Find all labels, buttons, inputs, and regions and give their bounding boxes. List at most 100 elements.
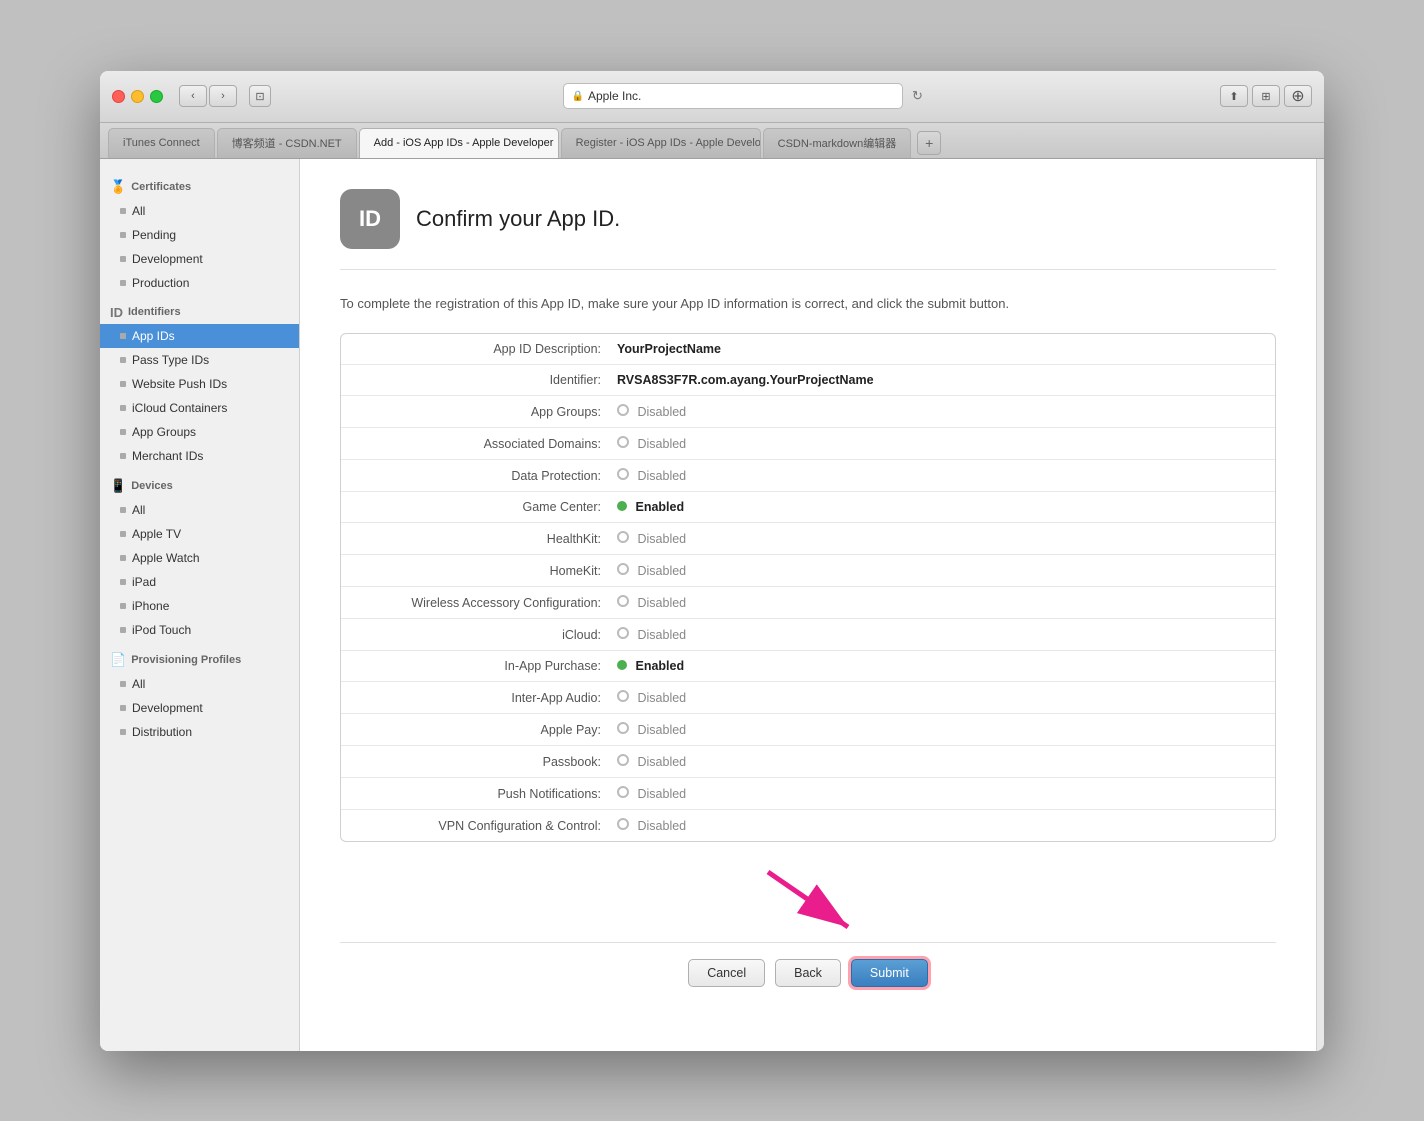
info-row-identifier: Identifier: RVSA8S3F7R.com.ayang.YourPro… xyxy=(341,365,1275,396)
add-tab-button[interactable]: ⊞ xyxy=(1252,85,1280,107)
provisioning-icon: 📄 xyxy=(110,652,126,668)
app-id-icon: ID xyxy=(340,189,400,249)
content-pane: ID Confirm your App ID. To complete the … xyxy=(300,159,1316,1051)
info-row-healthkit: HealthKit: Disabled xyxy=(341,523,1275,555)
traffic-lights xyxy=(112,90,163,103)
info-row-passbook: Passbook: Disabled xyxy=(341,746,1275,778)
close-button[interactable] xyxy=(112,90,125,103)
value-game-center: Enabled xyxy=(617,500,684,514)
sidebar-item-provisioning-all[interactable]: All xyxy=(100,672,299,696)
sidebar-item-apple-tv[interactable]: Apple TV xyxy=(100,522,299,546)
sidebar-item-app-ids[interactable]: App IDs xyxy=(100,324,299,348)
disabled-dot xyxy=(617,436,629,448)
label-vpn: VPN Configuration & Control: xyxy=(357,819,617,833)
tab-register-ios-app-ids[interactable]: Register - iOS App IDs - Apple Developer xyxy=(561,128,761,158)
dot-icon xyxy=(120,681,126,687)
info-row-in-app-purchase: In-App Purchase: Enabled xyxy=(341,651,1275,682)
info-row-apple-pay: Apple Pay: Disabled xyxy=(341,714,1275,746)
address-bar[interactable]: 🔒 Apple Inc. xyxy=(563,83,903,109)
page-description: To complete the registration of this App… xyxy=(340,294,1276,314)
sidebar-section-identifiers: ID Identifiers xyxy=(100,295,299,324)
back-nav-button[interactable]: ‹ xyxy=(179,85,207,107)
sidebar-item-website-push-ids[interactable]: Website Push IDs xyxy=(100,372,299,396)
value-app-groups: Disabled xyxy=(617,404,686,419)
dot-icon xyxy=(120,627,126,633)
dot-icon xyxy=(120,603,126,609)
label-wireless: Wireless Accessory Configuration: xyxy=(357,596,617,610)
sidebar-item-iphone[interactable]: iPhone xyxy=(100,594,299,618)
scrollbar[interactable] xyxy=(1316,159,1324,1051)
new-tab-button[interactable]: + xyxy=(917,131,941,155)
label-associated-domains: Associated Domains: xyxy=(357,437,617,451)
sidebar-item-certs-development[interactable]: Development xyxy=(100,247,299,271)
value-passbook: Disabled xyxy=(617,754,686,769)
sidebar-item-apple-watch[interactable]: Apple Watch xyxy=(100,546,299,570)
sidebar-item-merchant-ids[interactable]: Merchant IDs xyxy=(100,444,299,468)
more-button[interactable]: ⊕ xyxy=(1284,85,1312,107)
share-button[interactable]: ⬆ xyxy=(1220,85,1248,107)
sidebar-item-certs-production[interactable]: Production xyxy=(100,271,299,295)
disabled-dot xyxy=(617,627,629,639)
sidebar-item-ipod-touch[interactable]: iPod Touch xyxy=(100,618,299,642)
certificate-icon: 🏅 xyxy=(110,179,126,195)
arrow-svg xyxy=(708,862,908,942)
disabled-dot xyxy=(617,722,629,734)
value-vpn: Disabled xyxy=(617,818,686,833)
enabled-dot xyxy=(617,501,627,511)
value-associated-domains: Disabled xyxy=(617,436,686,451)
dot-icon xyxy=(120,579,126,585)
label-app-groups: App Groups: xyxy=(357,405,617,419)
tab-csdn-markdown[interactable]: CSDN-markdown编辑器 xyxy=(763,128,912,158)
forward-nav-button[interactable]: › xyxy=(209,85,237,107)
info-row-push-notifications: Push Notifications: Disabled xyxy=(341,778,1275,810)
info-row-inter-app-audio: Inter-App Audio: Disabled xyxy=(341,682,1275,714)
dot-icon xyxy=(120,280,126,286)
tab-csdn-blog[interactable]: 博客频道 - CSDN.NET xyxy=(217,128,357,158)
info-row-game-center: Game Center: Enabled xyxy=(341,492,1275,523)
dot-icon xyxy=(120,232,126,238)
sidebar-item-provisioning-distribution[interactable]: Distribution xyxy=(100,720,299,744)
label-icloud: iCloud: xyxy=(357,628,617,642)
dot-icon xyxy=(120,531,126,537)
disabled-dot xyxy=(617,786,629,798)
tab-add-ios-app-ids[interactable]: Add - iOS App IDs - Apple Developer xyxy=(359,128,559,158)
sidebar-item-app-groups[interactable]: App Groups xyxy=(100,420,299,444)
page-header: ID Confirm your App ID. xyxy=(340,189,1276,270)
value-push-notifications: Disabled xyxy=(617,786,686,801)
sidebar-item-certs-all[interactable]: All xyxy=(100,199,299,223)
maximize-button[interactable] xyxy=(150,90,163,103)
cancel-button[interactable]: Cancel xyxy=(688,959,765,987)
info-box: App ID Description: YourProjectName Iden… xyxy=(340,333,1276,842)
sidebar-item-certs-pending[interactable]: Pending xyxy=(100,223,299,247)
sidebar-section-certificates: 🏅 Certificates xyxy=(100,169,299,199)
dot-icon xyxy=(120,429,126,435)
value-icloud: Disabled xyxy=(617,627,686,642)
submit-button[interactable]: Submit xyxy=(851,959,928,987)
main-content: 🏅 Certificates All Pending Development P… xyxy=(100,159,1324,1051)
tab-itunes-connect[interactable]: iTunes Connect xyxy=(108,128,215,158)
sidebar-item-ipad[interactable]: iPad xyxy=(100,570,299,594)
back-button[interactable]: Back xyxy=(775,959,841,987)
sidebar-item-pass-type-ids[interactable]: Pass Type IDs xyxy=(100,348,299,372)
info-row-data-protection: Data Protection: Disabled xyxy=(341,460,1275,492)
label-apple-pay: Apple Pay: xyxy=(357,723,617,737)
reload-button[interactable]: ↻ xyxy=(907,85,929,107)
identifier-icon: ID xyxy=(110,305,123,320)
label-identifier: Identifier: xyxy=(357,373,617,387)
value-wireless: Disabled xyxy=(617,595,686,610)
minimize-button[interactable] xyxy=(131,90,144,103)
sidebar-item-icloud-containers[interactable]: iCloud Containers xyxy=(100,396,299,420)
sidebar-item-provisioning-development[interactable]: Development xyxy=(100,696,299,720)
dot-icon xyxy=(120,381,126,387)
title-bar: ‹ › ⊡ 🔒 Apple Inc. ↻ ⬆ ⊞ ⊕ xyxy=(100,71,1324,123)
value-inter-app-audio: Disabled xyxy=(617,690,686,705)
disabled-dot xyxy=(617,690,629,702)
reader-button[interactable]: ⊡ xyxy=(249,85,271,107)
sidebar-item-devices-all[interactable]: All xyxy=(100,498,299,522)
value-app-id-desc: YourProjectName xyxy=(617,342,721,356)
label-game-center: Game Center: xyxy=(357,500,617,514)
devices-icon: 📱 xyxy=(110,478,126,494)
value-identifier: RVSA8S3F7R.com.ayang.YourProjectName xyxy=(617,373,874,387)
sidebar-section-provisioning: 📄 Provisioning Profiles xyxy=(100,642,299,672)
button-row: Cancel Back Submit xyxy=(340,942,1276,1003)
